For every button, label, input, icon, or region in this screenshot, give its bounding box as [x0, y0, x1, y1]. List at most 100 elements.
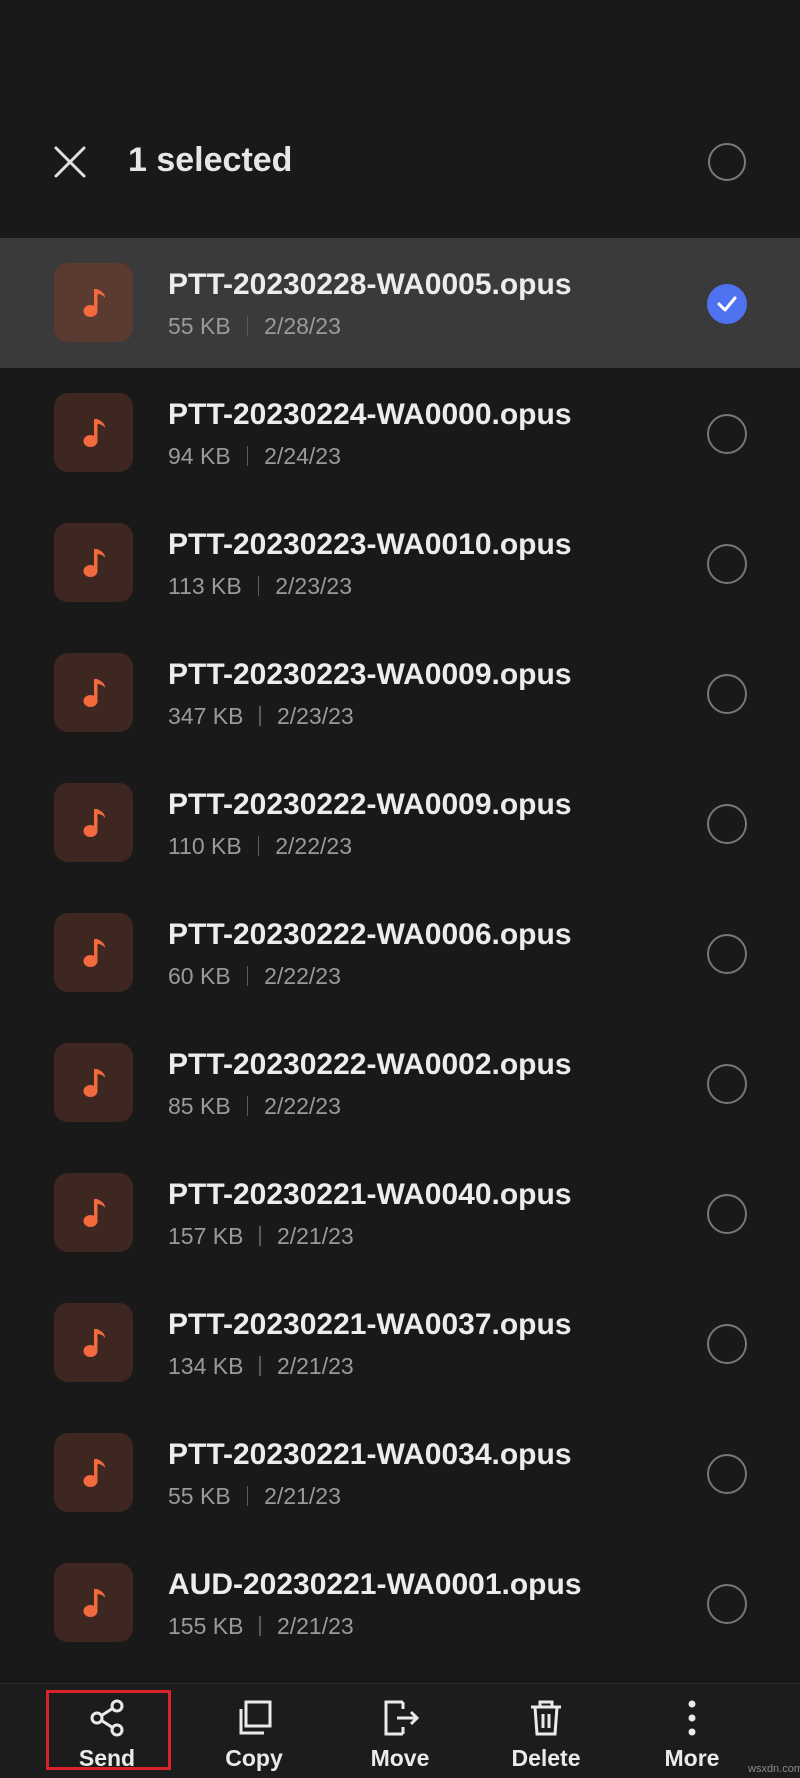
file-meta: 347 KB 2/23/23	[168, 701, 354, 731]
file-checkbox[interactable]	[707, 1324, 747, 1364]
file-row[interactable]: PTT-20230222-WA0002.opus 85 KB 2/22/23	[0, 1018, 800, 1148]
selection-header: 1 selected	[0, 0, 800, 238]
music-note-icon	[83, 1458, 105, 1487]
trash-icon	[524, 1696, 568, 1740]
file-meta: 85 KB 2/22/23	[168, 1091, 341, 1121]
file-date: 2/23/23	[275, 573, 352, 599]
file-size: 110 KB	[168, 833, 242, 859]
audio-file-icon	[54, 523, 133, 602]
close-button[interactable]	[52, 144, 88, 180]
file-date: 2/22/23	[264, 963, 341, 989]
meta-divider	[257, 836, 260, 856]
meta-divider	[259, 706, 261, 726]
file-name: PTT-20230221-WA0034.opus	[168, 1438, 572, 1471]
file-date: 2/21/23	[276, 1613, 354, 1639]
audio-file-icon	[54, 1303, 133, 1382]
checkmark-icon	[717, 296, 737, 312]
file-name: AUD-20230221-WA0001.opus	[168, 1568, 582, 1601]
file-date: 2/23/23	[276, 703, 354, 729]
file-name: PTT-20230222-WA0006.opus	[168, 918, 572, 951]
action-label: Copy	[225, 1745, 283, 1771]
file-meta: 134 KB 2/21/23	[168, 1351, 354, 1381]
file-size: 60 KB	[168, 963, 231, 989]
audio-file-icon	[54, 393, 133, 472]
action-label: More	[664, 1745, 720, 1771]
meta-divider	[259, 1616, 261, 1636]
meta-divider	[246, 1096, 249, 1116]
file-size: 155 KB	[168, 1613, 244, 1639]
file-meta: 155 KB 2/21/23	[168, 1611, 354, 1641]
file-name: PTT-20230222-WA0009.opus	[168, 788, 572, 821]
file-name: PTT-20230223-WA0009.opus	[168, 658, 572, 691]
file-row[interactable]: PTT-20230223-WA0009.opus 347 KB 2/23/23	[0, 628, 800, 758]
delete-button[interactable]: Delete	[486, 1684, 606, 1778]
file-meta: 55 KB 2/21/23	[168, 1481, 341, 1511]
music-note-icon	[83, 548, 105, 577]
copy-icon	[232, 1696, 276, 1740]
file-date: 2/22/23	[275, 833, 352, 859]
file-row[interactable]: PTT-20230224-WA0000.opus 94 KB 2/24/23	[0, 368, 800, 498]
file-meta: 94 KB 2/24/23	[168, 441, 341, 471]
meta-divider	[246, 1486, 249, 1506]
file-checkbox[interactable]	[707, 544, 747, 584]
file-checkbox[interactable]	[707, 934, 747, 974]
file-row[interactable]: PTT-20230221-WA0037.opus 134 KB 2/21/23	[0, 1278, 800, 1408]
file-size: 347 KB	[168, 703, 244, 729]
file-row[interactable]: AUD-20230221-WA0001.opus 155 KB 2/21/23	[0, 1538, 800, 1668]
meta-divider	[246, 316, 249, 336]
file-size: 134 KB	[168, 1353, 244, 1379]
file-name: PTT-20230224-WA0000.opus	[168, 398, 572, 431]
file-row[interactable]: PTT-20230222-WA0006.opus 60 KB 2/22/23	[0, 888, 800, 1018]
meta-divider	[259, 1226, 261, 1246]
select-all-checkbox[interactable]	[708, 143, 746, 181]
file-size: 113 KB	[168, 573, 242, 599]
file-date: 2/21/23	[276, 1223, 354, 1249]
meta-divider	[259, 1356, 261, 1376]
action-label: Move	[370, 1745, 430, 1771]
file-checkbox[interactable]	[707, 1584, 747, 1624]
action-bar: Send Copy Move Delete More	[0, 1683, 800, 1778]
copy-button[interactable]: Copy	[194, 1684, 314, 1778]
file-row[interactable]: PTT-20230228-WA0005.opus 55 KB 2/28/23	[0, 238, 800, 368]
audio-file-icon	[54, 913, 133, 992]
file-row[interactable]: PTT-20230221-WA0040.opus 157 KB 2/21/23	[0, 1148, 800, 1278]
move-button[interactable]: Move	[340, 1684, 460, 1778]
file-meta: 113 KB 2/23/23	[168, 571, 352, 601]
file-date: 2/21/23	[276, 1353, 354, 1379]
file-checkbox[interactable]	[707, 284, 747, 324]
file-checkbox[interactable]	[707, 1454, 747, 1494]
file-date: 2/28/23	[264, 313, 341, 339]
music-note-icon	[83, 938, 105, 967]
more-vertical-icon	[670, 1696, 714, 1740]
audio-file-icon	[54, 783, 133, 862]
music-note-icon	[83, 1588, 105, 1617]
file-size: 55 KB	[168, 1483, 231, 1509]
file-checkbox[interactable]	[707, 804, 747, 844]
more-button[interactable]: More	[632, 1684, 752, 1778]
share-icon	[85, 1696, 129, 1740]
file-checkbox[interactable]	[707, 414, 747, 454]
audio-file-icon	[54, 653, 133, 732]
file-row[interactable]: PTT-20230223-WA0010.opus 113 KB 2/23/23	[0, 498, 800, 628]
audio-file-icon	[54, 1433, 133, 1512]
action-label: Delete	[511, 1745, 581, 1771]
file-row[interactable]: PTT-20230221-WA0034.opus 55 KB 2/21/23	[0, 1408, 800, 1538]
meta-divider	[246, 446, 249, 466]
file-meta: 157 KB 2/21/23	[168, 1221, 354, 1251]
music-note-icon	[83, 418, 105, 447]
file-date: 2/22/23	[264, 1093, 341, 1119]
file-name: PTT-20230222-WA0002.opus	[168, 1048, 572, 1081]
file-size: 85 KB	[168, 1093, 231, 1119]
file-checkbox[interactable]	[707, 1064, 747, 1104]
audio-file-icon	[54, 263, 133, 342]
file-checkbox[interactable]	[707, 674, 747, 714]
move-icon	[378, 1696, 422, 1740]
send-button[interactable]: Send	[47, 1684, 167, 1778]
music-note-icon	[83, 288, 105, 317]
file-row[interactable]: PTT-20230222-WA0009.opus 110 KB 2/22/23	[0, 758, 800, 888]
audio-file-icon	[54, 1173, 133, 1252]
file-name: PTT-20230221-WA0037.opus	[168, 1308, 572, 1341]
file-size: 94 KB	[168, 443, 231, 469]
file-checkbox[interactable]	[707, 1194, 747, 1234]
music-note-icon	[83, 1068, 105, 1097]
